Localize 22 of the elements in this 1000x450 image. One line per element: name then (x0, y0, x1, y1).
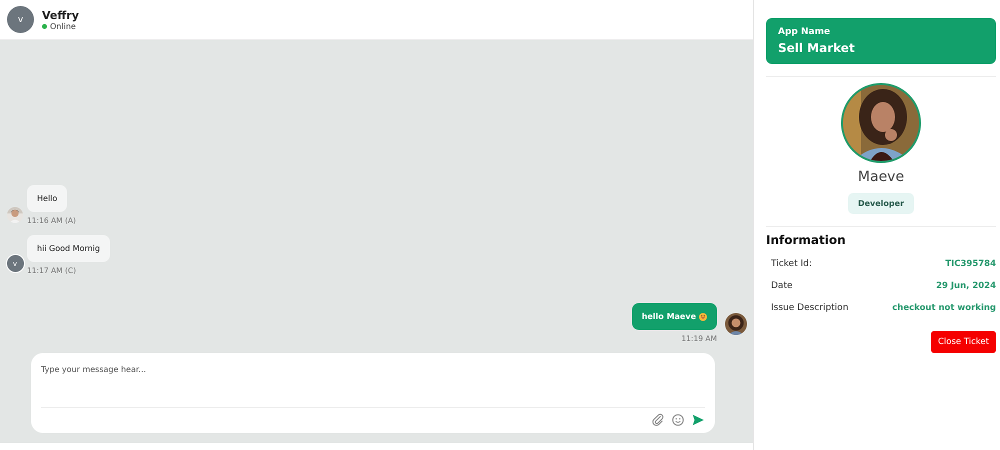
paperclip-icon[interactable] (651, 413, 665, 427)
contact-name: Veffry (42, 8, 79, 22)
app-name: Sell Market (778, 41, 856, 55)
message-input[interactable]: Type your message hear... (41, 361, 705, 378)
user-avatar: v (7, 6, 34, 33)
field-label: Ticket Id: (771, 259, 812, 269)
field-value: checkout not working (892, 303, 996, 313)
field-value: 29 Jun, 2024 (936, 281, 996, 291)
role-badge: Developer (848, 193, 914, 214)
message-bubble: hello Maeve (632, 303, 717, 330)
emoji-icon[interactable] (671, 413, 685, 427)
send-icon[interactable] (691, 413, 705, 427)
field-label: Date (771, 281, 793, 291)
status-text: Online (50, 22, 76, 30)
field-label: Issue Description (771, 303, 848, 313)
profile-name: Maeve (858, 169, 904, 185)
message-bubble: hii Good Mornig (27, 235, 110, 262)
app-label: App Name (778, 27, 832, 37)
message-bubble: Hello (27, 185, 68, 212)
field-value: TIC395784 (945, 259, 996, 269)
close-ticket-button[interactable]: Close Ticket (930, 331, 996, 353)
section-title: Information (766, 233, 847, 247)
